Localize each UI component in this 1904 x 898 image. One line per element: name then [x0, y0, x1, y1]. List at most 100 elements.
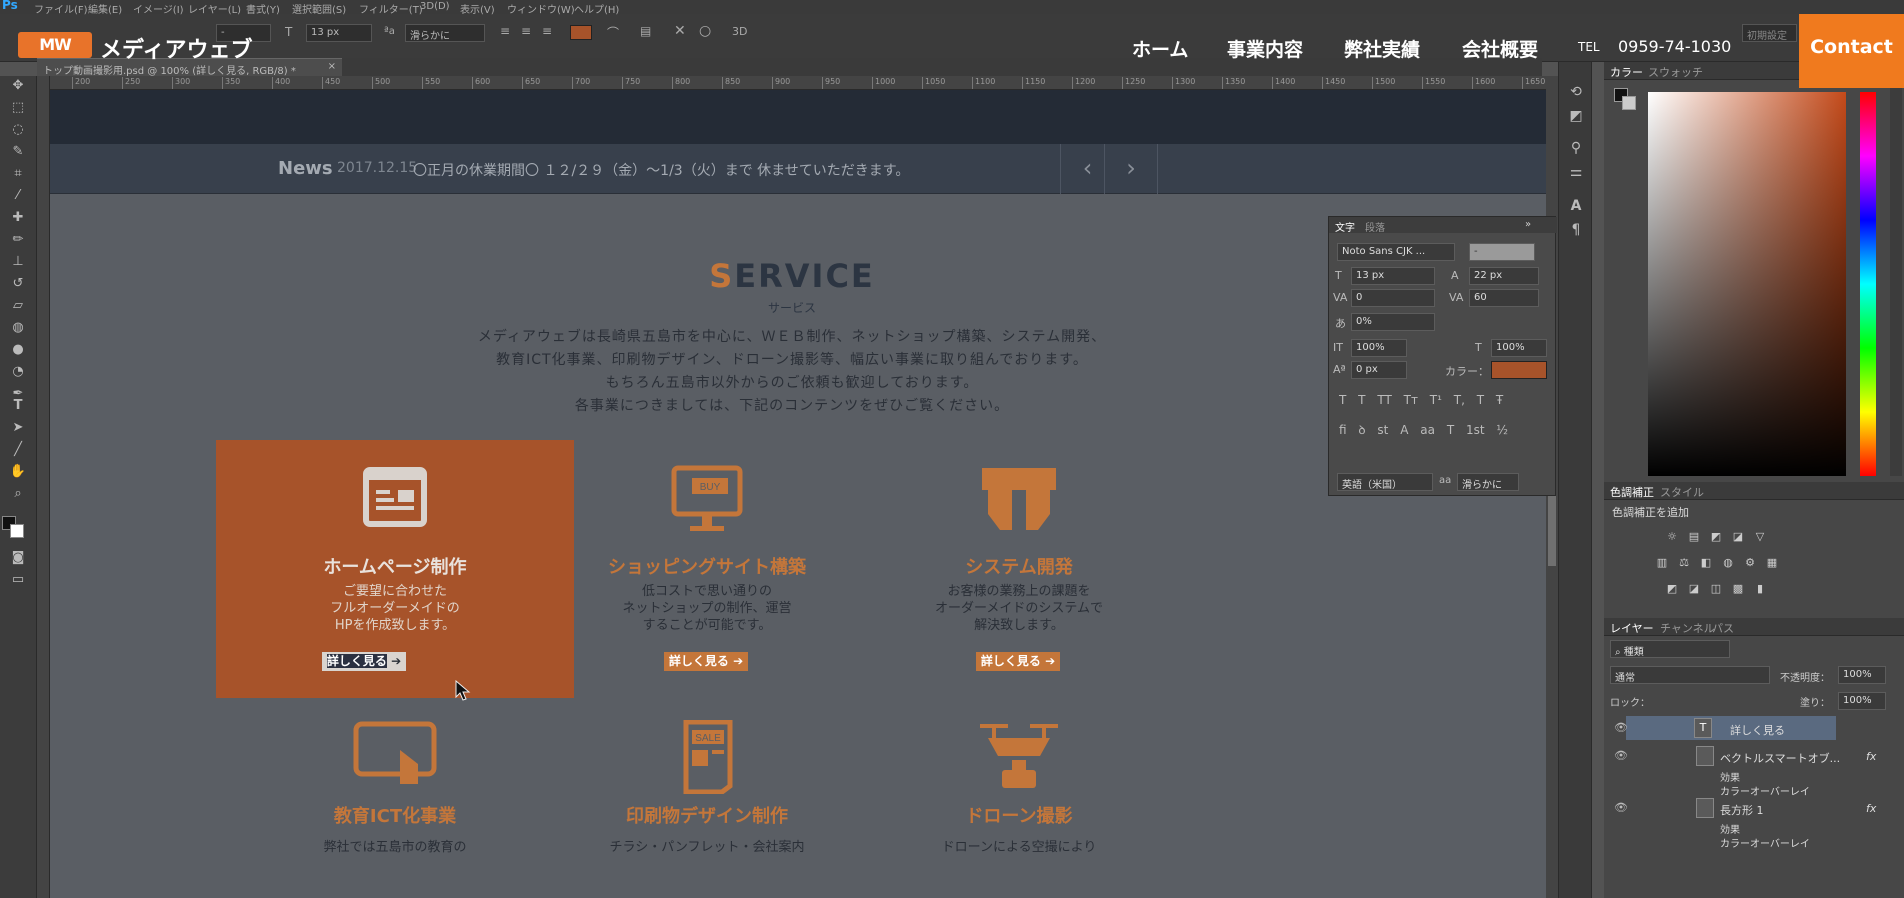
adjustment-icon[interactable]: ▩	[1730, 582, 1746, 596]
menu-3d[interactable]: 3D(D)	[420, 1, 450, 12]
text-color-swatch[interactable]	[570, 25, 592, 40]
line-tool-icon[interactable]: ╱	[8, 440, 28, 460]
leading-field[interactable]: 22 px	[1469, 267, 1539, 285]
opacity-field[interactable]: 100%	[1838, 666, 1886, 684]
layer-row[interactable]: 👁 T 詳しく見る	[1614, 716, 1836, 740]
opentype-buttons[interactable]: fi ꝺ st A aa T 1st ½	[1339, 421, 1549, 439]
dodge-tool-icon[interactable]: ◔	[8, 362, 28, 382]
commit-icon[interactable]: ○	[699, 23, 711, 39]
zoom-tool-icon[interactable]: ⌕	[8, 484, 28, 504]
adjustment-icon[interactable]: ▦	[1764, 556, 1780, 570]
nav-services[interactable]: 事業内容	[1227, 35, 1303, 62]
font-family-select[interactable]: Noto Sans CJK ...	[1337, 243, 1455, 261]
screen-mode-icon[interactable]: ▭	[8, 570, 28, 590]
site-logo[interactable]: MW メディアウェブ	[18, 32, 258, 63]
properties-icon[interactable]: ◩	[1566, 106, 1586, 126]
quick-select-icon[interactable]: ✎	[8, 142, 28, 162]
adjust-icon[interactable]: ⚌	[1566, 162, 1586, 182]
stamp-tool-icon[interactable]: ⊥	[8, 252, 28, 272]
menu-edit[interactable]: 編集(E)	[88, 1, 122, 16]
layer-filter-select[interactable]: ⌕ 種類	[1610, 640, 1730, 658]
adjustment-icon[interactable]: ◪	[1730, 530, 1746, 544]
service-card-print[interactable]: SALE 印刷物デザイン制作 チラシ・パンフレット・会社案内	[528, 710, 886, 855]
panels-toggle-icon[interactable]: ▤	[640, 24, 651, 38]
adjustment-icon[interactable]: ▮	[1752, 582, 1768, 596]
hue-slider[interactable]	[1860, 92, 1876, 476]
tab-adjustments[interactable]: 色調補正	[1610, 484, 1654, 500]
layer-row[interactable]: 👁 長方形 1 fx	[1604, 796, 1904, 820]
workspace-select[interactable]: 初期設定	[1742, 24, 1797, 42]
adjustment-icon[interactable]: ▤	[1686, 530, 1702, 544]
eraser-tool-icon[interactable]: ▱	[8, 296, 28, 316]
adjustment-icon[interactable]: ⚖	[1676, 556, 1692, 570]
tracking-field[interactable]: 60	[1469, 289, 1539, 307]
tsume-field[interactable]: 0%	[1351, 313, 1435, 331]
service-card-homepage[interactable]: ホームページ制作 ご要望に合わせた フルオーダーメイドの HPを作成致します。 …	[216, 440, 574, 698]
menu-window[interactable]: ウィンドウ(W)	[507, 1, 575, 16]
blend-mode-select[interactable]: 通常	[1610, 666, 1770, 684]
fill-field[interactable]: 100%	[1838, 692, 1886, 710]
layer-effect-row[interactable]: カラーオーバーレイ	[1604, 782, 1904, 798]
menu-select[interactable]: 選択範囲(S)	[292, 1, 346, 16]
visibility-eye-icon[interactable]: 👁	[1614, 721, 1628, 734]
font-style-select[interactable]: -	[1469, 243, 1535, 261]
eyedropper-icon[interactable]: ⁄	[8, 186, 28, 206]
blur-tool-icon[interactable]: ●	[8, 340, 28, 360]
fx-icon[interactable]: fx	[1866, 750, 1876, 763]
menu-layer[interactable]: レイヤー(L)	[188, 1, 241, 16]
brush-tool-icon[interactable]: ✏	[8, 230, 28, 250]
adjustment-icon[interactable]: ⚙	[1742, 556, 1758, 570]
scroll-thumb[interactable]	[1548, 496, 1556, 566]
fx-icon[interactable]: fx	[1866, 802, 1876, 815]
hand-tool-icon[interactable]: ✋	[8, 462, 28, 482]
character-icon[interactable]: A	[1566, 196, 1586, 216]
warp-text-icon[interactable]: ⌒	[607, 24, 619, 41]
brush-presets-icon[interactable]: ⚲	[1566, 138, 1586, 158]
contact-button[interactable]: Contact	[1799, 14, 1904, 88]
align-right-icon[interactable]: ≡	[542, 24, 552, 38]
adjustment-icon[interactable]: ☼	[1664, 530, 1680, 544]
nav-company[interactable]: 会社概要	[1462, 35, 1538, 62]
tab-color[interactable]: カラー	[1610, 64, 1643, 80]
layer-effect-row[interactable]: 効果	[1604, 768, 1904, 784]
kerning-field[interactable]: 0	[1351, 289, 1435, 307]
adjustment-icon[interactable]: ▥	[1654, 556, 1670, 570]
document-canvas[interactable]: News 2017.12.15 〇正月の休業期間〇 １２/２９（金）〜1/3（火…	[50, 90, 1546, 898]
adjustment-icon[interactable]: ◍	[1720, 556, 1736, 570]
tel-number[interactable]: 0959-74-1030	[1618, 37, 1731, 56]
color-panel-scrollbar[interactable]	[1890, 80, 1902, 476]
layer-effect-row[interactable]: カラーオーバーレイ	[1604, 834, 1904, 850]
vertical-scale-field[interactable]: 100%	[1351, 339, 1407, 357]
lasso-tool-icon[interactable]: ◌	[8, 120, 28, 140]
service-card-shopping[interactable]: BUY ショッピングサイト構築 低コストで思い通りの ネットショップの制作、運営…	[528, 440, 886, 698]
baseline-field[interactable]: 0 px	[1351, 361, 1407, 379]
path-select-icon[interactable]: ➤	[8, 418, 28, 438]
marquee-tool-icon[interactable]: ⬚	[8, 98, 28, 118]
visibility-eye-icon[interactable]: 👁	[1614, 749, 1628, 762]
news-text[interactable]: 〇正月の休業期間〇 １２/２９（金）〜1/3（火）まで 休ませていただきます。	[413, 160, 909, 180]
background-color-swatch[interactable]	[10, 524, 24, 538]
background-color-chip[interactable]	[1622, 96, 1636, 110]
align-left-icon[interactable]: ≡	[500, 24, 510, 38]
menu-filter[interactable]: フィルター(T)	[359, 1, 423, 16]
close-tab-icon[interactable]: ×	[328, 61, 336, 72]
menu-view[interactable]: 表示(V)	[460, 1, 495, 16]
details-button[interactable]: 詳しく見る ➔	[664, 652, 748, 671]
bucket-tool-icon[interactable]: ◍	[8, 318, 28, 338]
paragraph-icon[interactable]: ¶	[1566, 220, 1586, 240]
horizontal-scale-field[interactable]: 100%	[1491, 339, 1547, 357]
visibility-eye-icon[interactable]: 👁	[1614, 801, 1628, 814]
crop-tool-icon[interactable]: ⌗	[8, 164, 28, 184]
healing-brush-icon[interactable]: ✚	[8, 208, 28, 228]
menu-type[interactable]: 書式(Y)	[246, 1, 280, 16]
font-size-field[interactable]: 13 px	[306, 24, 372, 42]
antialias-select[interactable]: 滑らかに	[1457, 473, 1519, 491]
text-color-swatch[interactable]	[1491, 361, 1547, 379]
tab-layers[interactable]: レイヤー	[1610, 620, 1654, 636]
adjustment-icon[interactable]: ◩	[1708, 530, 1724, 544]
news-next-button[interactable]: ›	[1104, 144, 1158, 194]
service-card-drone[interactable]: ドローン撮影 ドローンによる空撮により	[840, 710, 1198, 855]
menu-help[interactable]: ヘルプ(H)	[574, 1, 619, 16]
color-picker-field[interactable]	[1648, 92, 1846, 476]
tab-swatches[interactable]: スウォッチ	[1648, 64, 1703, 80]
